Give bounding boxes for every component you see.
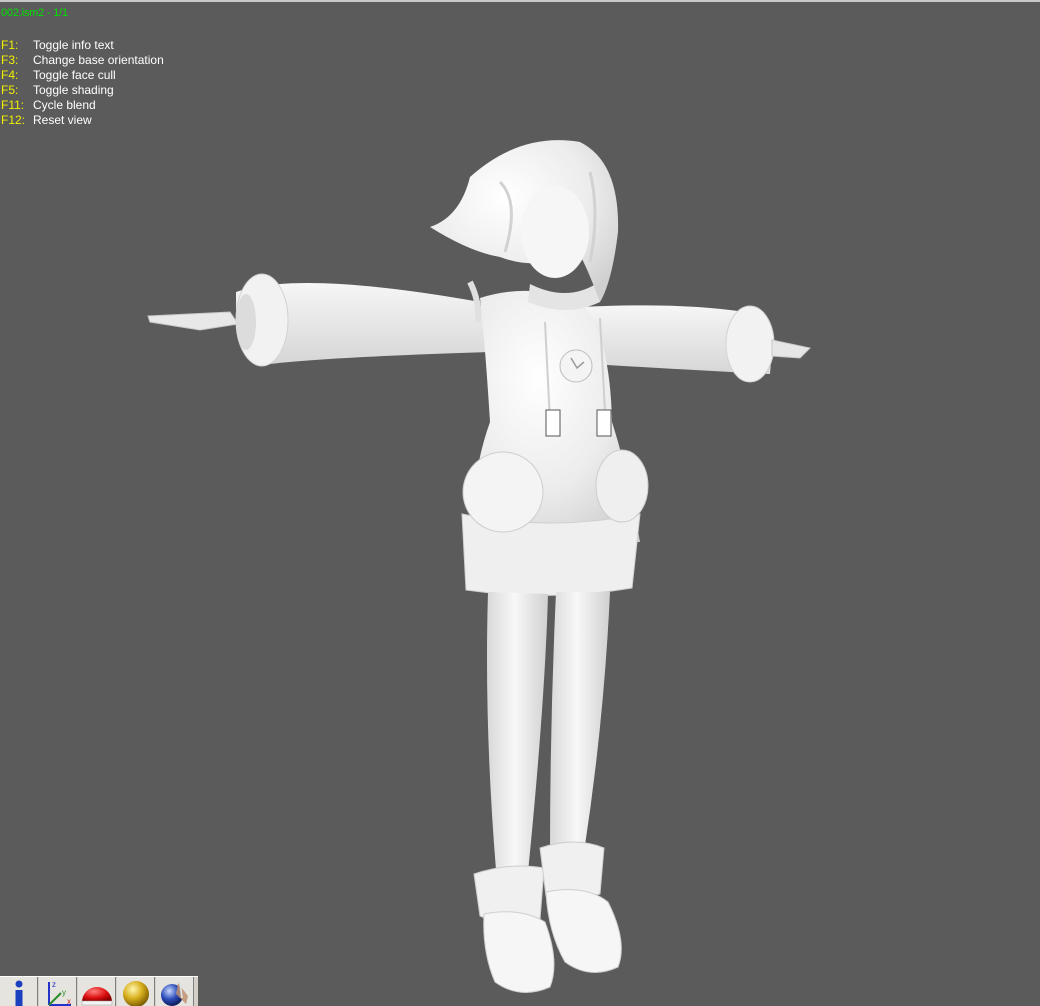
left-hand <box>147 311 239 331</box>
help-desc: Toggle info text <box>33 38 114 52</box>
model-title: 002.ism2 - 1/1 <box>1 7 68 19</box>
help-row: F11: Cycle blend <box>1 98 164 113</box>
axis-x-label: x <box>67 997 71 1006</box>
left-pocket <box>462 451 544 533</box>
help-key: F1: <box>1 38 19 52</box>
help-overlay: F1: Toggle info text F3: Change base ori… <box>1 38 164 128</box>
help-desc: Reset view <box>33 113 92 127</box>
info-button[interactable] <box>0 977 38 1006</box>
3d-model-render <box>147 140 812 993</box>
help-key: F5: <box>1 83 19 97</box>
info-icon <box>15 980 22 1006</box>
face <box>521 186 589 278</box>
help-key: F3: <box>1 53 19 67</box>
right-pocket <box>595 449 649 523</box>
left-shoe <box>483 911 555 993</box>
drawstring-tip-right <box>596 409 612 437</box>
help-key: F11: <box>1 98 25 112</box>
viewer-toolbar: z y x <box>0 976 198 1006</box>
gold-sphere-icon <box>122 981 149 1006</box>
right-leg <box>550 592 610 854</box>
axis-y-label: y <box>62 988 66 997</box>
help-key: F12: <box>1 113 26 127</box>
gold-sphere-button[interactable] <box>117 977 155 1006</box>
left-cuff-opening <box>236 294 256 350</box>
left-leg <box>487 592 548 872</box>
right-hand <box>771 339 812 359</box>
right-cuff <box>725 305 775 383</box>
3d-viewport[interactable]: 002.ism2 - 1/1 F1: Toggle info text F3: … <box>0 0 1040 1006</box>
material-sphere-button[interactable] <box>156 977 194 1006</box>
help-desc: Toggle shading <box>33 83 114 97</box>
help-row: F5: Toggle shading <box>1 83 164 98</box>
help-row: F12: Reset view <box>1 113 164 128</box>
right-shoe <box>545 889 622 973</box>
material-sphere-icon <box>160 981 188 1006</box>
axes-icon: z y x <box>47 980 71 1006</box>
red-dome-icon <box>81 987 112 1006</box>
help-row: F1: Toggle info text <box>1 38 164 53</box>
help-desc: Toggle face cull <box>33 68 116 82</box>
help-key: F4: <box>1 68 19 82</box>
help-desc: Cycle blend <box>33 98 96 112</box>
drawstring-tip-left <box>545 409 561 437</box>
axes-button[interactable]: z y x <box>39 977 77 1006</box>
help-desc: Change base orientation <box>33 53 164 67</box>
axis-z-label: z <box>52 980 56 989</box>
red-dome-button[interactable] <box>78 977 116 1006</box>
help-row: F4: Toggle face cull <box>1 68 164 83</box>
help-row: F3: Change base orientation <box>1 53 164 68</box>
